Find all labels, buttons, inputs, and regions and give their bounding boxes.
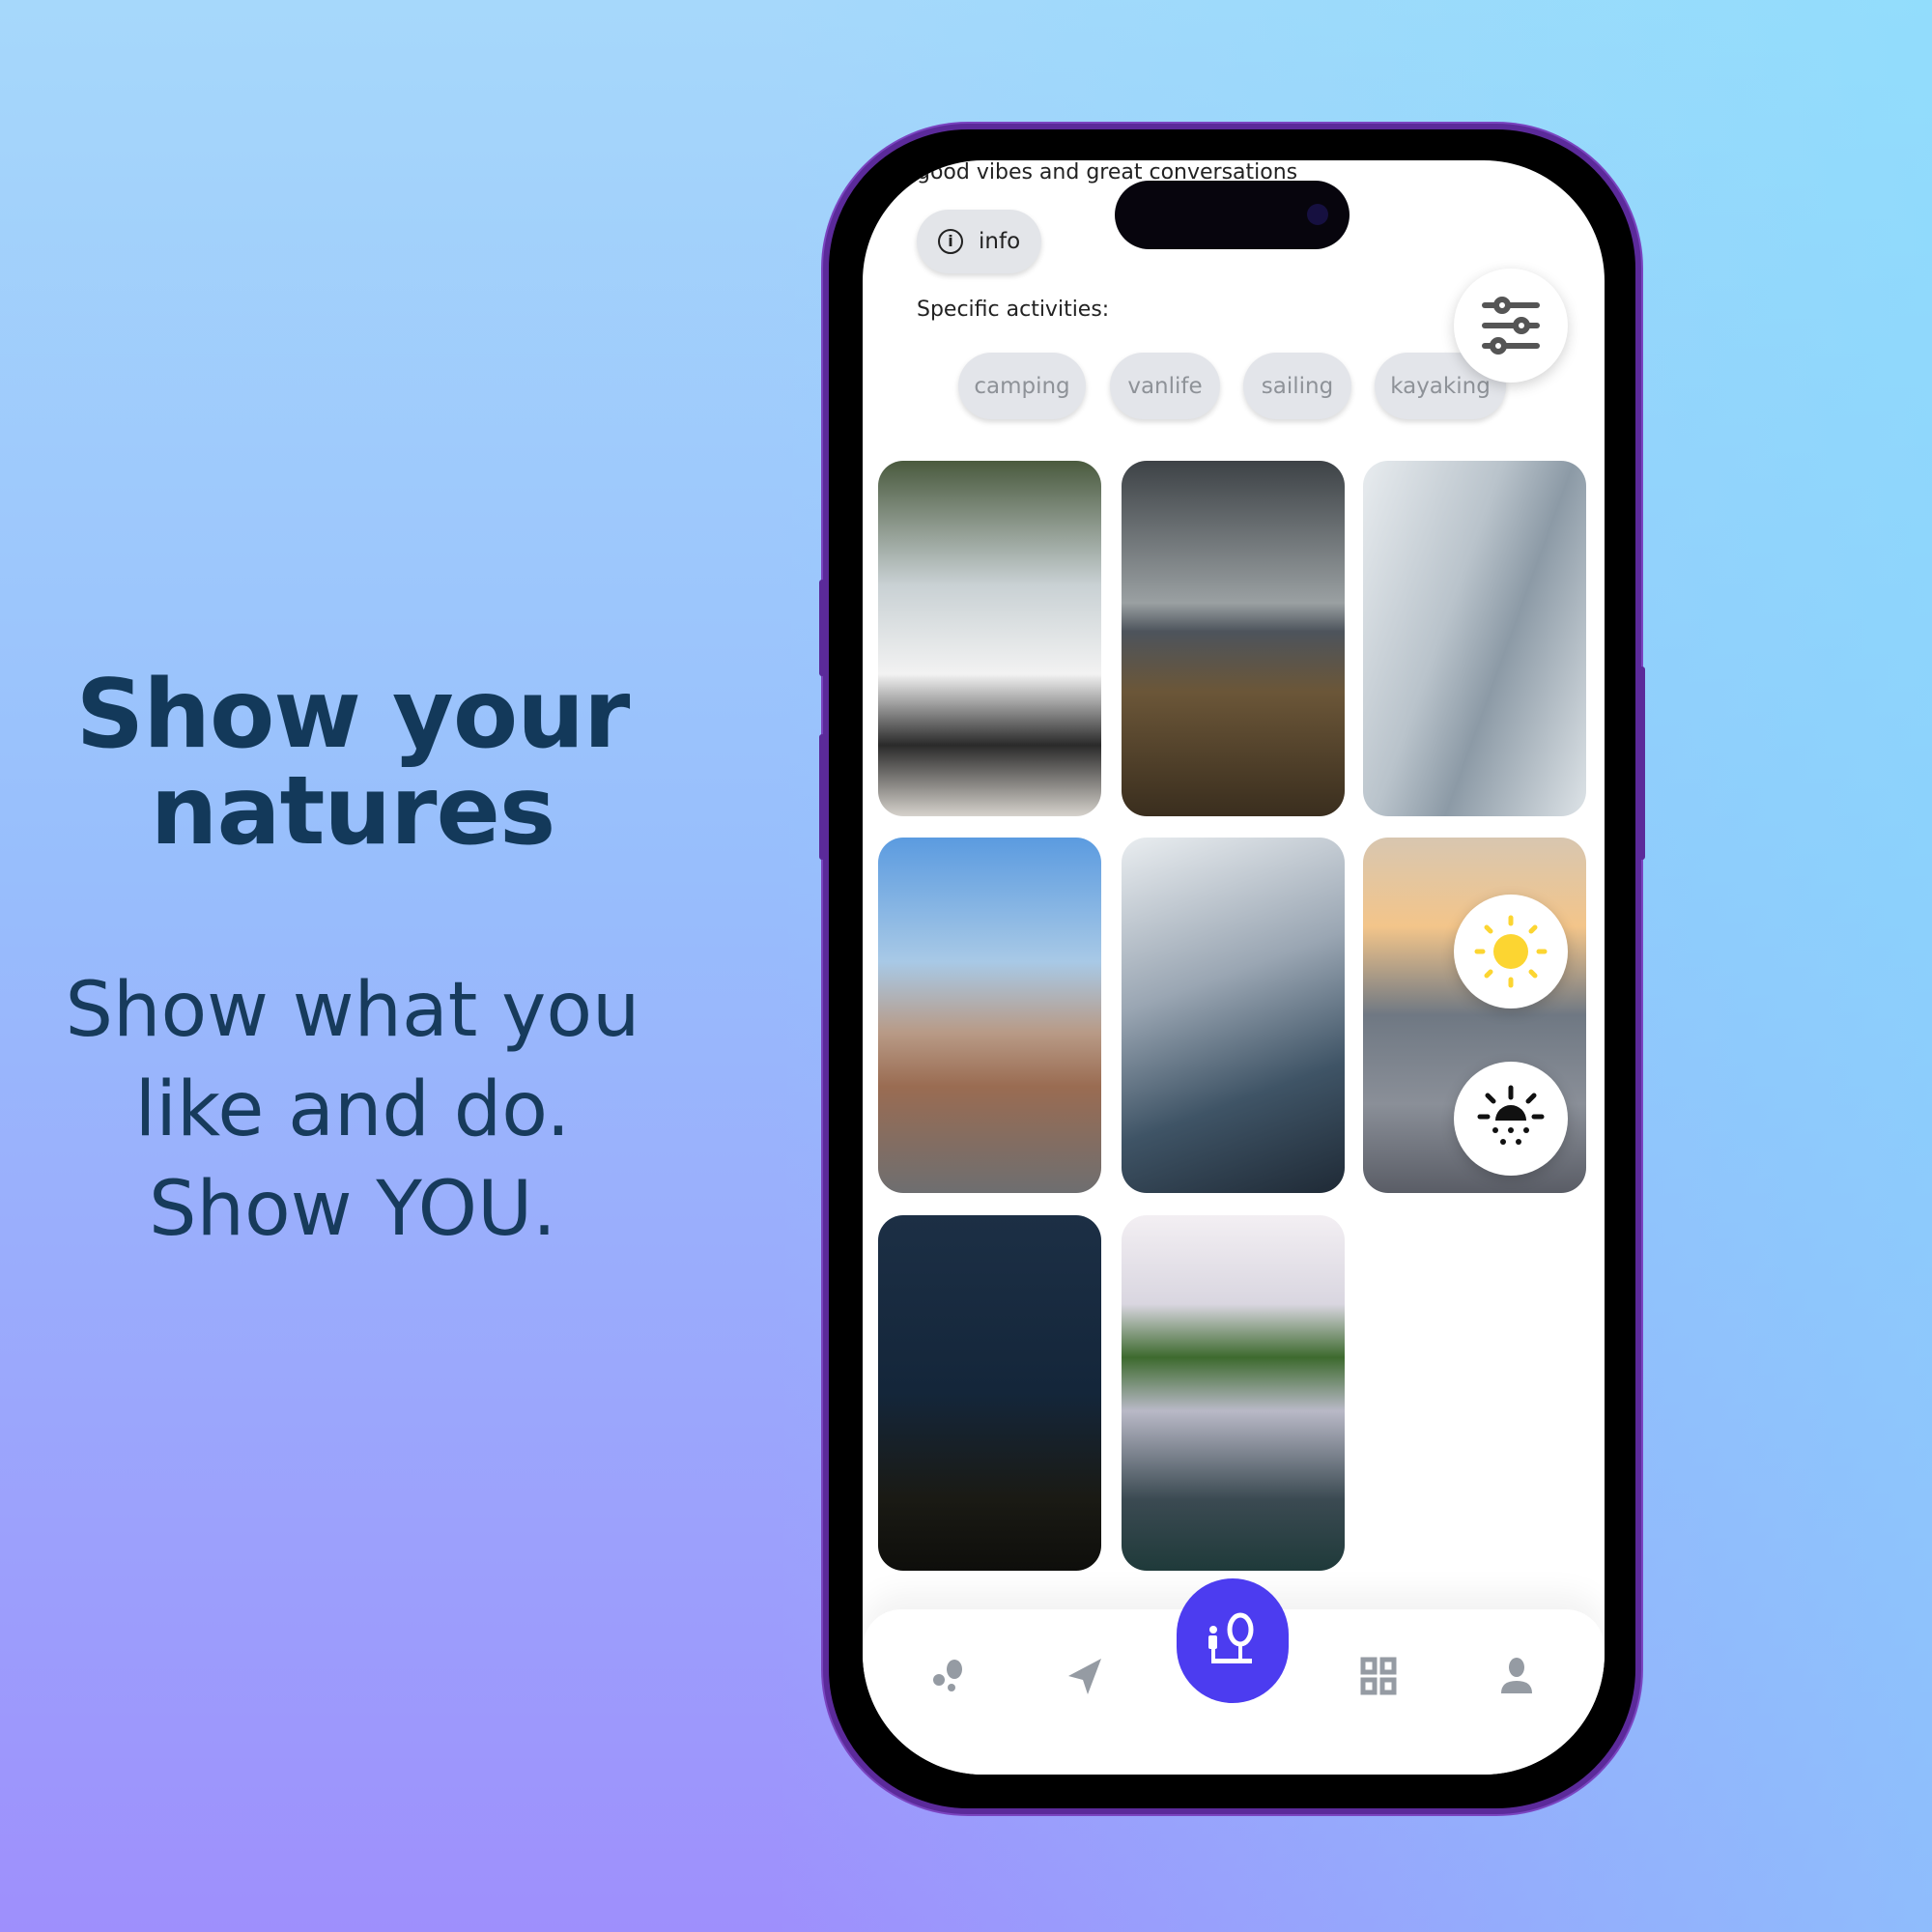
sun-icon	[1474, 915, 1548, 988]
camera-lens	[1307, 204, 1328, 225]
chip-vanlife[interactable]: vanlife	[1110, 353, 1220, 419]
headline-line: natures	[150, 756, 556, 867]
phone-side-button	[819, 580, 825, 676]
photo-tile[interactable]	[1122, 461, 1345, 816]
filter-button[interactable]	[1454, 269, 1568, 383]
promo-subtitle: Show what you like and do. Show YOU.	[19, 961, 686, 1260]
subtitle-line: Show what you	[65, 967, 640, 1054]
nav-explore[interactable]	[1062, 1652, 1110, 1700]
person-mirror-icon	[1208, 1612, 1254, 1663]
nav-center-button[interactable]	[1177, 1578, 1289, 1703]
nav-profile[interactable]	[1492, 1652, 1541, 1700]
light-mode-button[interactable]	[1454, 895, 1568, 1009]
nav-grid[interactable]	[1354, 1652, 1403, 1700]
photo-tile[interactable]	[1122, 838, 1345, 1193]
chip-sailing[interactable]: sailing	[1243, 353, 1351, 419]
grid-icon	[1360, 1657, 1397, 1695]
info-label: info	[979, 229, 1021, 254]
activities-label: Specific activities:	[917, 298, 1110, 322]
info-icon: i	[938, 229, 963, 254]
photo-tile[interactable]	[1363, 461, 1586, 816]
photo-tile[interactable]	[878, 1215, 1101, 1571]
dark-mode-button[interactable]	[1454, 1062, 1568, 1176]
subtitle-line: like and do.	[134, 1066, 571, 1153]
bubbles-icon	[933, 1660, 962, 1691]
phone-side-button	[1639, 667, 1645, 860]
user-icon	[1501, 1658, 1532, 1693]
headline-line: Show your	[75, 660, 631, 770]
navigation-arrow-icon	[1068, 1659, 1101, 1694]
sliders-icon	[1482, 297, 1540, 355]
phone-side-button	[819, 734, 825, 860]
chip-camping[interactable]: camping	[958, 353, 1086, 419]
sunset-icon	[1477, 1085, 1545, 1145]
photo-tile[interactable]	[1122, 1215, 1345, 1571]
nav-bubbles[interactable]	[924, 1652, 973, 1700]
photo-tile[interactable]	[878, 838, 1101, 1193]
photo-tile[interactable]	[878, 461, 1101, 816]
app-screen: good vibes and great conversations i inf…	[863, 160, 1605, 1775]
promo-headline: Show your natures	[39, 667, 667, 860]
info-button[interactable]: i info	[917, 210, 1041, 273]
subtitle-line: Show YOU.	[149, 1166, 556, 1253]
